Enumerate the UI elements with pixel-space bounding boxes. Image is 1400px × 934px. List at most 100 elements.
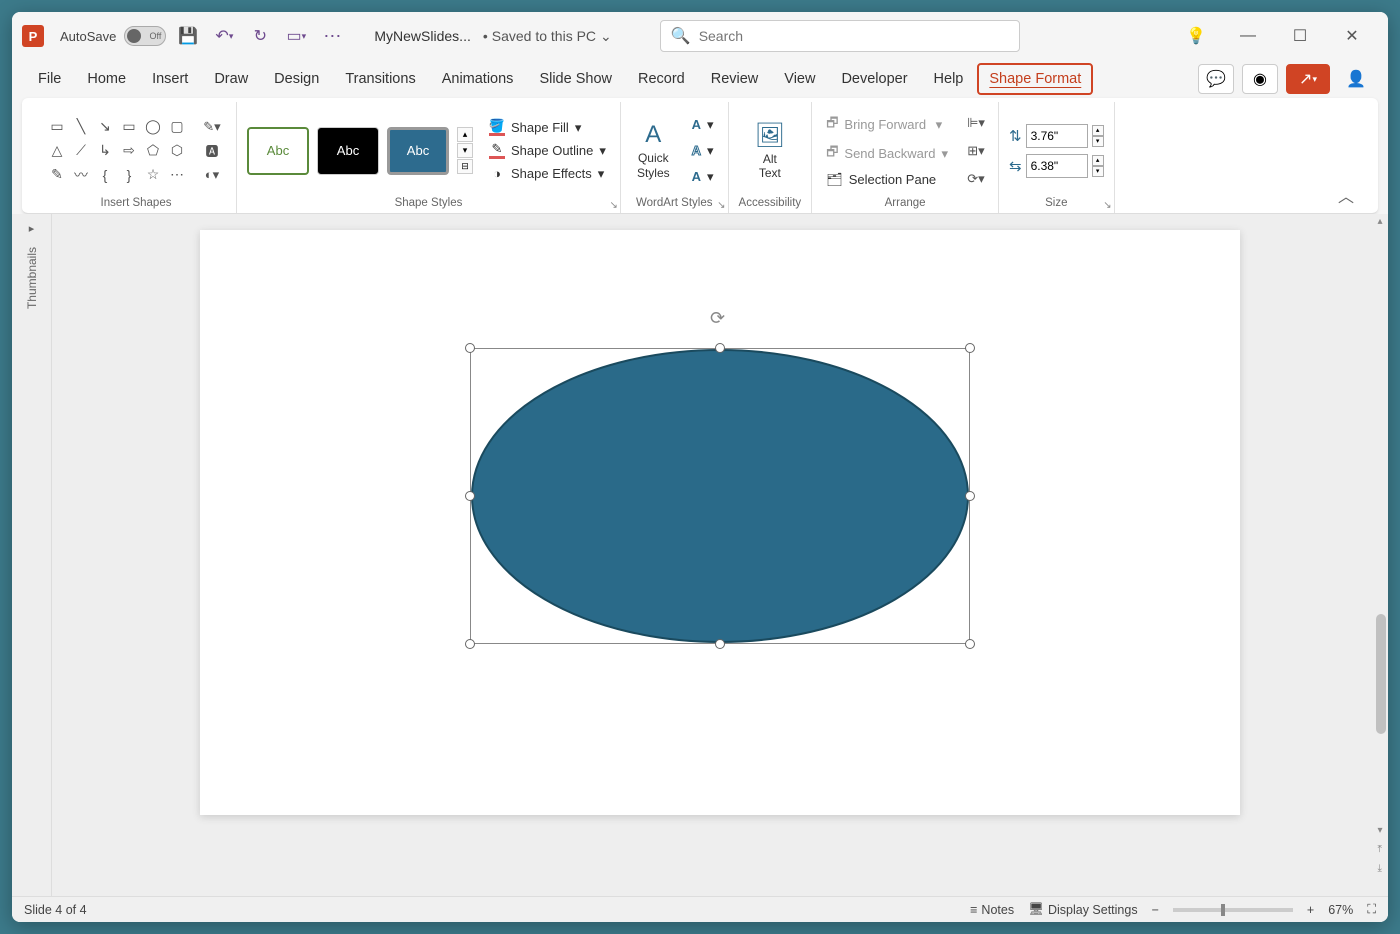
width-up[interactable]: ▴ xyxy=(1092,155,1104,166)
handle-mr[interactable] xyxy=(965,491,975,501)
maximize-button[interactable]: ☐ xyxy=(1284,20,1316,52)
tips-button[interactable]: 💡 xyxy=(1180,20,1212,52)
scroll-thumb[interactable] xyxy=(1376,614,1386,734)
handle-tm[interactable] xyxy=(715,343,725,353)
tab-design[interactable]: Design xyxy=(262,63,331,95)
shape-arrow-icon[interactable]: ⇨ xyxy=(118,140,140,162)
shape-freeform-icon[interactable]: ✎ xyxy=(46,164,68,186)
style-preset-1[interactable]: Abc xyxy=(247,127,309,175)
style-preset-2[interactable]: Abc xyxy=(317,127,379,175)
tab-record[interactable]: Record xyxy=(626,63,697,95)
shape-line-icon[interactable]: ╲ xyxy=(70,116,92,138)
handle-bl[interactable] xyxy=(465,639,475,649)
search-input[interactable] xyxy=(699,28,1009,44)
zoom-out-button[interactable]: − xyxy=(1152,903,1159,917)
shape-brace-l-icon[interactable]: { xyxy=(94,164,116,186)
qat-customize-button[interactable]: ⋯ xyxy=(318,22,346,50)
handle-br[interactable] xyxy=(965,639,975,649)
align-button[interactable]: ⊫▾ xyxy=(964,112,988,134)
display-settings-button[interactable]: 🖥Display Settings xyxy=(1028,902,1138,917)
rotate-button[interactable]: ⟳▾ xyxy=(964,168,988,190)
wordart-launcher[interactable]: ↘ xyxy=(717,200,725,211)
style-gallery[interactable]: Abc Abc Abc ▴ ▾ ⊟ xyxy=(247,127,473,175)
merge-shapes-button[interactable]: ◐▾ xyxy=(198,164,226,186)
autosave-toggle[interactable]: Off xyxy=(124,26,166,46)
shape-brace-r-icon[interactable]: } xyxy=(118,164,140,186)
send-backward-button[interactable]: 🗗Send Backward ▾ xyxy=(822,141,952,167)
share-button[interactable]: ↗ ▾ xyxy=(1286,64,1330,94)
style-more[interactable]: ⊟ xyxy=(457,159,473,174)
next-slide-icon[interactable]: ⤓ xyxy=(1375,861,1384,876)
handle-ml[interactable] xyxy=(465,491,475,501)
comments-button[interactable]: 💬 xyxy=(1198,64,1234,94)
fit-to-window-button[interactable]: ⛶ xyxy=(1367,902,1376,917)
handle-bm[interactable] xyxy=(715,639,725,649)
zoom-level[interactable]: 67% xyxy=(1328,903,1353,917)
height-down[interactable]: ▾ xyxy=(1092,136,1104,147)
shape-styles-launcher[interactable]: ↘ xyxy=(610,200,618,211)
width-down[interactable]: ▾ xyxy=(1092,166,1104,177)
prev-slide-icon[interactable]: ⤒ xyxy=(1375,842,1384,857)
tab-developer[interactable]: Developer xyxy=(829,63,919,95)
shape-scribble-icon[interactable]: 〰 xyxy=(70,164,92,186)
account-button[interactable]: 👤 xyxy=(1338,64,1374,94)
shape-textbox-icon[interactable]: ▭ xyxy=(46,116,68,138)
style-scroll-up[interactable]: ▴ xyxy=(457,127,473,142)
quick-styles-button[interactable]: A Quick Styles xyxy=(631,117,676,184)
tab-draw[interactable]: Draw xyxy=(202,63,260,95)
shape-connector-icon[interactable]: ↳ xyxy=(94,140,116,162)
undo-button[interactable]: ↶▾ xyxy=(210,22,238,50)
tab-shape-format[interactable]: Shape Format xyxy=(977,63,1093,95)
minimize-button[interactable]: — xyxy=(1232,20,1264,52)
collapse-ribbon-button[interactable]: ︿ xyxy=(1328,177,1364,213)
shape-fill-button[interactable]: 🪣Shape Fill ▾ xyxy=(485,118,610,138)
bring-forward-button[interactable]: 🗗Bring Forward ▾ xyxy=(822,112,952,138)
scroll-up-icon[interactable]: ▴ xyxy=(1375,214,1384,229)
text-box-button[interactable]: 🅰 xyxy=(198,140,226,162)
close-button[interactable]: ✕ xyxy=(1336,20,1368,52)
from-beginning-button[interactable]: ▭▾ xyxy=(282,22,310,50)
shape-rect-icon[interactable]: ▭ xyxy=(118,116,140,138)
shape-outline-button[interactable]: ✎Shape Outline ▾ xyxy=(485,141,610,161)
saved-status[interactable]: • Saved to this PC ⌄ xyxy=(483,28,612,45)
shape-triangle-icon[interactable]: △ xyxy=(46,140,68,162)
selected-shape[interactable]: ⟳ xyxy=(470,348,970,644)
text-effects-button[interactable]: A▾ xyxy=(688,167,718,187)
shape-curve-icon[interactable]: ⟋ xyxy=(70,140,92,162)
shape-more-icon[interactable]: ⋯ xyxy=(166,164,188,186)
shape-width-input[interactable] xyxy=(1026,154,1088,178)
alt-text-button[interactable]: 🖼 Alt Text xyxy=(749,117,791,185)
shape-pentagon-icon[interactable]: ⬠ xyxy=(142,140,164,162)
size-launcher[interactable]: ↘ xyxy=(1103,200,1111,211)
tab-transitions[interactable]: Transitions xyxy=(333,63,427,95)
tab-animations[interactable]: Animations xyxy=(430,63,526,95)
handle-tl[interactable] xyxy=(465,343,475,353)
shape-gallery[interactable]: ▭ ╲ ↘ ▭ ◯ ▢ △ ⟋ ↳ ⇨ ⬠ ⬡ ✎ 〰 { } ☆ xyxy=(46,116,188,186)
shape-roundrect-icon[interactable]: ▢ xyxy=(166,116,188,138)
zoom-in-button[interactable]: + xyxy=(1307,903,1314,917)
tab-insert[interactable]: Insert xyxy=(140,63,200,95)
rotate-handle[interactable]: ⟳ xyxy=(710,308,725,329)
shape-height-input[interactable] xyxy=(1026,124,1088,148)
tab-view[interactable]: View xyxy=(772,63,827,95)
style-preset-3[interactable]: Abc xyxy=(387,127,449,175)
style-scroll-down[interactable]: ▾ xyxy=(457,143,473,158)
shape-oval-icon[interactable]: ◯ xyxy=(142,116,164,138)
recording-button[interactable]: ◉ xyxy=(1242,64,1278,94)
vertical-scrollbar[interactable]: ▴ ▾ ⤒ ⤓ xyxy=(1372,214,1388,896)
tab-help[interactable]: Help xyxy=(922,63,976,95)
notes-button[interactable]: ≡Notes xyxy=(970,903,1014,917)
redo-button[interactable]: ↻ xyxy=(246,22,274,50)
ellipse-shape[interactable] xyxy=(470,348,970,644)
search-box[interactable]: 🔍 xyxy=(660,20,1020,52)
tab-slide-show[interactable]: Slide Show xyxy=(527,63,624,95)
slide-area[interactable]: ⟳ xyxy=(52,214,1388,896)
text-fill-button[interactable]: A▾ xyxy=(688,115,718,135)
shape-star-icon[interactable]: ☆ xyxy=(142,164,164,186)
tab-file[interactable]: File xyxy=(26,63,73,95)
shape-arrow-line-icon[interactable]: ↘ xyxy=(94,116,116,138)
save-button[interactable]: 💾 xyxy=(174,22,202,50)
shape-hexagon-icon[interactable]: ⬡ xyxy=(166,140,188,162)
thumbnails-expand-button[interactable]: ▸ xyxy=(29,222,35,235)
text-outline-button[interactable]: A▾ xyxy=(688,141,718,161)
